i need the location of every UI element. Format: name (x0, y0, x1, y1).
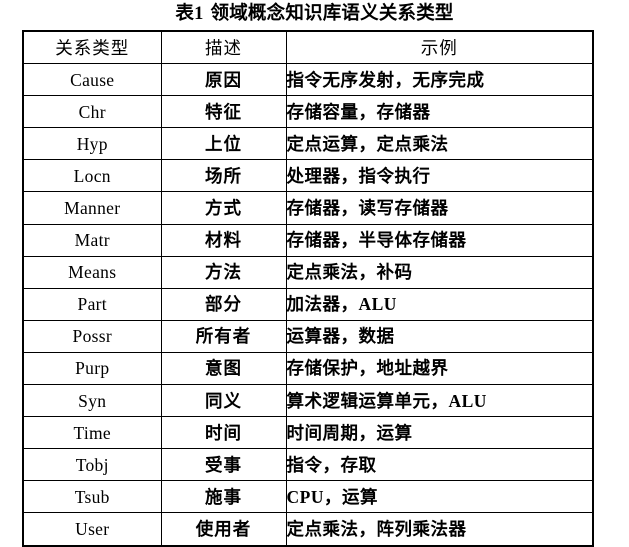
table-row: Cause 原因 指令无序发射，无序完成 (22, 63, 594, 97)
cell-example: 时间周期，运算 (285, 416, 594, 450)
table-row: Tobj 受事 指令，存取 (22, 448, 594, 482)
cell-example: CPU，运算 (285, 480, 594, 514)
cell-relation-type: Matr (22, 223, 162, 257)
cell-example: 指令无序发射，无序完成 (285, 63, 594, 97)
caption-label: 表 (175, 4, 195, 24)
cell-description: 施事 (160, 480, 287, 514)
cell-example: 加法器，ALU (285, 287, 594, 321)
cell-description: 同义 (160, 384, 287, 418)
cell-example: 定点运算，定点乘法 (285, 127, 594, 161)
semantic-relation-table: 关系类型 描述 示例 Cause 原因 指令无序发射，无序完成 Chr 特征 存… (22, 30, 594, 547)
cell-example: 存储器，读写存储器 (285, 191, 594, 225)
table-row: Time 时间 时间周期，运算 (22, 416, 594, 450)
table-row: Chr 特征 存储容量，存储器 (22, 95, 594, 129)
cell-example: 算术逻辑运算单元，ALU (285, 384, 594, 418)
caption-number: 1 (194, 4, 204, 24)
column-header-relation-type: 关系类型 (22, 30, 162, 65)
cell-example: 运算器，数据 (285, 319, 594, 353)
table-caption: 表1 领域概念知识库语义关系类型 (0, 2, 629, 26)
cell-relation-type: Part (22, 287, 162, 321)
table-row: Tsub 施事 CPU，运算 (22, 480, 594, 514)
cell-relation-type: Hyp (22, 127, 162, 161)
cell-description: 受事 (160, 448, 287, 482)
cell-relation-type: Locn (22, 159, 162, 193)
cell-example: 存储器，半导体存储器 (285, 223, 594, 257)
cell-relation-type: Possr (22, 319, 162, 353)
cell-description: 原因 (160, 63, 287, 97)
cell-example: 存储保护，地址越界 (285, 351, 594, 386)
cell-example: 处理器，指令执行 (285, 159, 594, 193)
cell-example: 指令，存取 (285, 448, 594, 482)
cell-example: 定点乘法，补码 (285, 255, 594, 289)
cell-description: 时间 (160, 416, 287, 450)
cell-description: 上位 (160, 127, 287, 161)
table-row: Matr 材料 存储器，半导体存储器 (22, 223, 594, 257)
cell-description: 场所 (160, 159, 287, 193)
cell-description: 方式 (160, 191, 287, 225)
cell-relation-type: Tobj (22, 448, 162, 482)
table-header-row: 关系类型 描述 示例 (22, 30, 594, 65)
cell-relation-type: Manner (22, 191, 162, 225)
cell-description: 特征 (160, 95, 287, 129)
table-row: User 使用者 定点乘法，阵列乘法器 (22, 512, 594, 546)
cell-example: 定点乘法，阵列乘法器 (285, 512, 594, 546)
caption-title: 领域概念知识库语义关系类型 (210, 4, 454, 24)
table-row: Locn 场所 处理器，指令执行 (22, 159, 594, 193)
cell-relation-type: Chr (22, 95, 162, 129)
cell-relation-type: User (22, 512, 162, 546)
cell-description: 方法 (160, 255, 287, 289)
cell-example: 存储容量，存储器 (285, 95, 594, 129)
cell-description: 意图 (160, 351, 287, 386)
column-header-description: 描述 (160, 30, 287, 65)
cell-description: 所有者 (160, 319, 287, 353)
cell-relation-type: Purp (22, 351, 162, 386)
table-row: Possr 所有者 运算器，数据 (22, 319, 594, 353)
table-row: Syn 同义 算术逻辑运算单元，ALU (22, 384, 594, 418)
cell-description: 使用者 (160, 512, 287, 546)
column-header-example: 示例 (285, 30, 594, 65)
table-row: Purp 意图 存储保护，地址越界 (22, 351, 594, 386)
cell-relation-type: Cause (22, 63, 162, 97)
cell-relation-type: Time (22, 416, 162, 450)
cell-relation-type: Tsub (22, 480, 162, 514)
table-row: Means 方法 定点乘法，补码 (22, 255, 594, 289)
cell-relation-type: Syn (22, 384, 162, 418)
table-row: Manner 方式 存储器，读写存储器 (22, 191, 594, 225)
table-row: Hyp 上位 定点运算，定点乘法 (22, 127, 594, 161)
cell-description: 材料 (160, 223, 287, 257)
table-body: 关系类型 描述 示例 Cause 原因 指令无序发射，无序完成 Chr 特征 存… (22, 30, 594, 546)
cell-description: 部分 (160, 287, 287, 321)
table-row: Part 部分 加法器，ALU (22, 287, 594, 321)
cell-relation-type: Means (22, 255, 162, 289)
semantic-relation-table-container: 关系类型 描述 示例 Cause 原因 指令无序发射，无序完成 Chr 特征 存… (22, 30, 594, 547)
document-page: 表1 领域概念知识库语义关系类型 关系类型 描述 示例 Cause 原因 指令无序… (0, 0, 629, 547)
